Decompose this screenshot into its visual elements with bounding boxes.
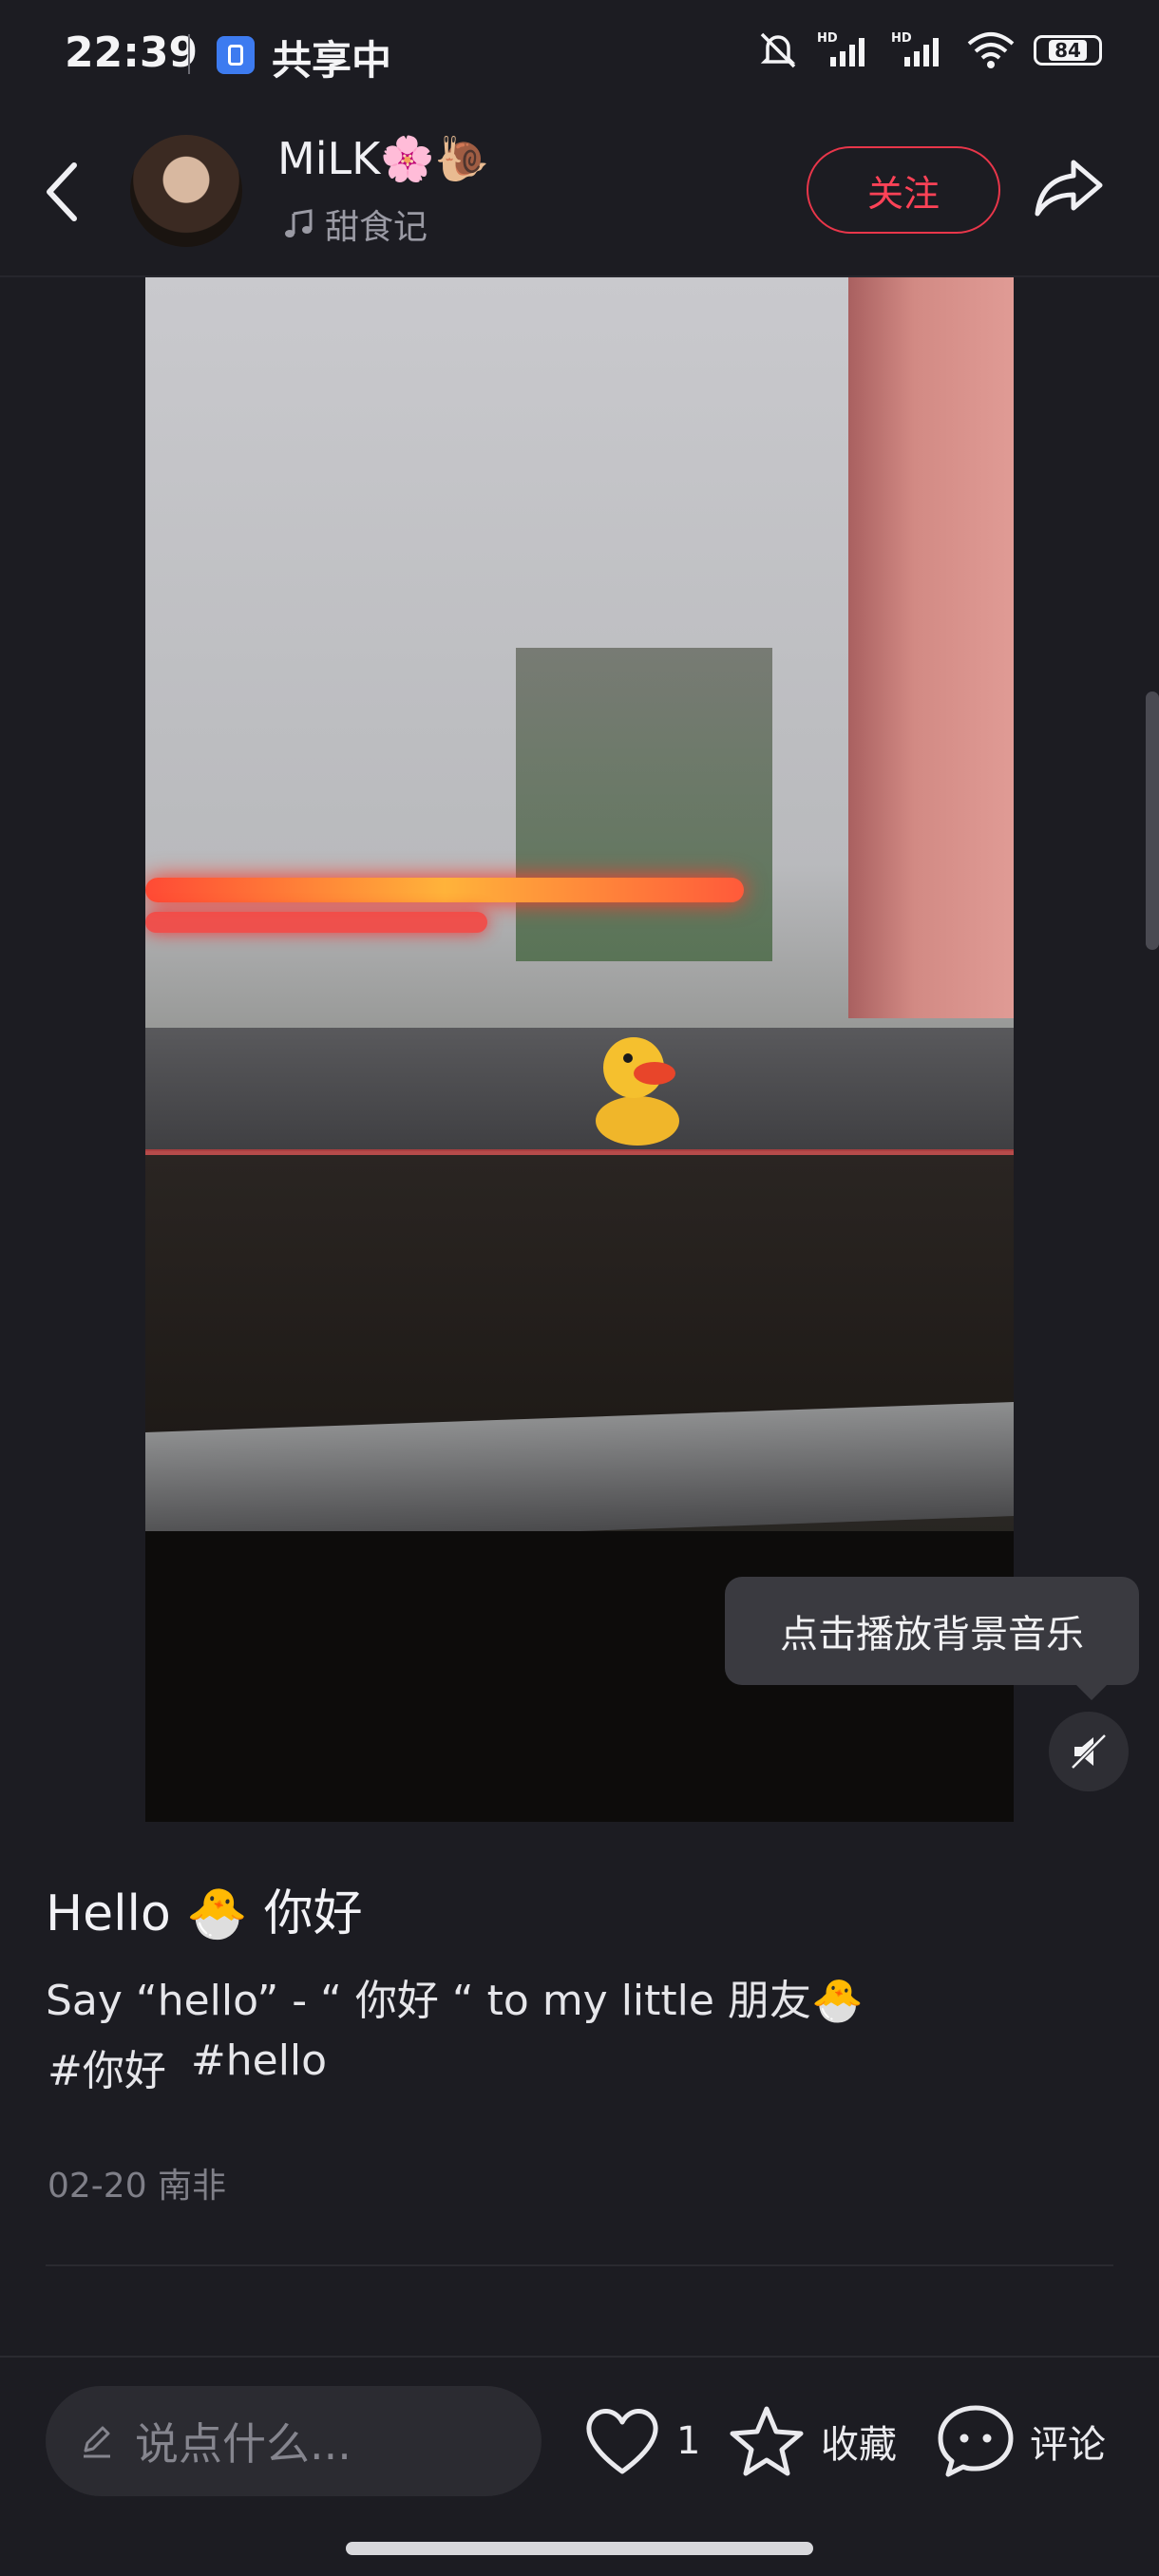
music-tooltip[interactable]: 点击播放背景音乐: [725, 1577, 1139, 1700]
heart-icon: [586, 2409, 658, 2474]
post-body: Say “hello” - “ 你好 “ to my little 朋友🐣: [46, 1977, 864, 2025]
home-indicator[interactable]: [346, 2542, 813, 2555]
battery-icon: 84: [1034, 35, 1102, 66]
svg-text:HD: HD: [891, 31, 912, 46]
rubber-duck: [596, 1037, 679, 1146]
signal-hd-icon: HD: [817, 31, 864, 66]
favorite-button[interactable]: 收藏: [726, 2396, 897, 2487]
dashboard-surface: [145, 1028, 1014, 1151]
bottom-bar-divider: [0, 2356, 1159, 2358]
content-divider: [46, 2264, 1113, 2266]
speaker-muted-icon: [1071, 1733, 1107, 1770]
mute-bell-icon: [760, 32, 796, 68]
music-info[interactable]: 甜食记: [283, 199, 428, 249]
screen-share-icon: [217, 36, 255, 74]
avatar[interactable]: [130, 135, 242, 247]
post-title: Hello 🐣 你好: [46, 1885, 363, 1942]
post-tags: #你好 #hello: [48, 2036, 327, 2097]
music-title: 甜食记: [325, 208, 428, 247]
status-separator: [188, 34, 190, 74]
battery-level: 84: [1049, 40, 1087, 61]
share-button[interactable]: [1032, 155, 1106, 221]
chevron-left-icon: [47, 162, 77, 221]
background-building: [516, 648, 772, 961]
status-icons: HD HD 84: [756, 28, 1102, 72]
status-time: 22:39: [65, 28, 199, 77]
chat-bubble-icon: [938, 2405, 1014, 2477]
star-icon: [730, 2406, 804, 2476]
music-note-icon: [285, 209, 313, 237]
share-arrow-icon: [1035, 160, 1103, 217]
post-date-location: 02-20 南非: [48, 2167, 227, 2206]
sharing-status-label: 共享中: [272, 37, 392, 84]
background-music-button[interactable]: [1049, 1712, 1129, 1791]
light-streak: [145, 878, 744, 902]
author-name[interactable]: MiLK🌸🐌: [277, 133, 489, 185]
follow-button[interactable]: 关注: [807, 146, 1000, 234]
hashtag-link[interactable]: #hello: [191, 2036, 327, 2097]
hashtag-link[interactable]: #你好: [48, 2036, 166, 2097]
like-count: 1: [676, 2419, 701, 2463]
light-streak: [145, 912, 487, 933]
comments-button[interactable]: 评论: [935, 2396, 1106, 2487]
comment-placeholder: 说点什么...: [135, 2418, 352, 2470]
scrollbar[interactable]: [1146, 691, 1159, 950]
wifi-icon: [967, 32, 1015, 68]
svg-text:HD: HD: [817, 31, 838, 46]
like-button[interactable]: 1: [581, 2396, 700, 2487]
back-button[interactable]: [38, 154, 89, 230]
pencil-icon: [84, 2426, 110, 2458]
background-wall: [848, 277, 1014, 1018]
comment-label: 评论: [1030, 2423, 1106, 2467]
favorite-label: 收藏: [821, 2423, 897, 2467]
signal-hd-icon: HD: [891, 31, 939, 66]
comment-input[interactable]: 说点什么...: [46, 2386, 542, 2496]
